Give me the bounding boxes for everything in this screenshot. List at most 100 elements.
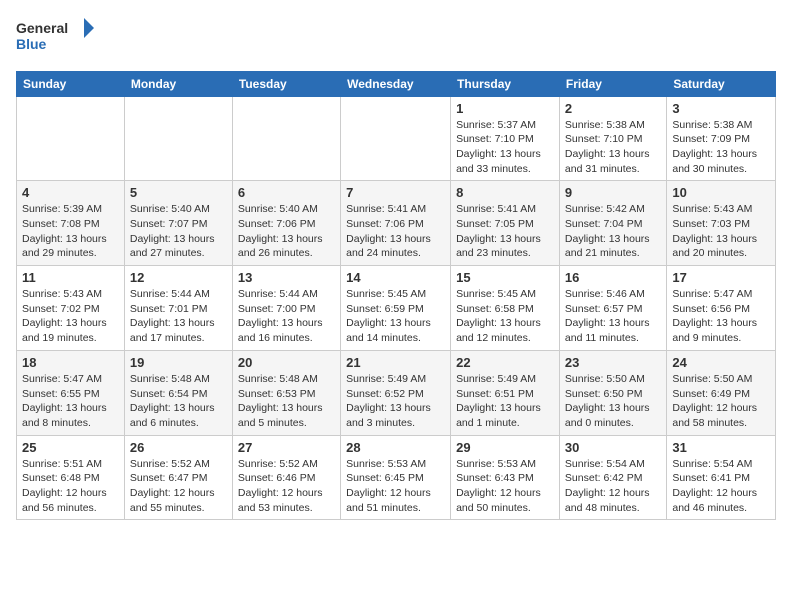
day-info: Sunrise: 5:42 AM Sunset: 7:04 PM Dayligh…: [565, 202, 661, 261]
day-number: 15: [456, 270, 554, 285]
day-info: Sunrise: 5:37 AM Sunset: 7:10 PM Dayligh…: [456, 118, 554, 177]
day-info: Sunrise: 5:50 AM Sunset: 6:49 PM Dayligh…: [672, 372, 770, 431]
column-header-friday: Friday: [559, 71, 666, 96]
day-number: 24: [672, 355, 770, 370]
day-number: 30: [565, 440, 661, 455]
calendar-cell: 28 Sunrise: 5:53 AM Sunset: 6:45 PM Dayli…: [341, 435, 451, 520]
day-info: Sunrise: 5:38 AM Sunset: 7:09 PM Dayligh…: [672, 118, 770, 177]
calendar-cell: 8 Sunrise: 5:41 AM Sunset: 7:05 PM Daylig…: [451, 181, 560, 266]
day-number: 20: [238, 355, 335, 370]
day-info: Sunrise: 5:44 AM Sunset: 7:01 PM Dayligh…: [130, 287, 227, 346]
day-info: Sunrise: 5:41 AM Sunset: 7:06 PM Dayligh…: [346, 202, 445, 261]
day-number: 10: [672, 185, 770, 200]
column-header-sunday: Sunday: [17, 71, 125, 96]
day-number: 5: [130, 185, 227, 200]
day-number: 3: [672, 101, 770, 116]
column-header-saturday: Saturday: [667, 71, 776, 96]
calendar-cell: 17 Sunrise: 5:47 AM Sunset: 6:56 PM Dayli…: [667, 266, 776, 351]
calendar-cell: 12 Sunrise: 5:44 AM Sunset: 7:01 PM Dayli…: [124, 266, 232, 351]
day-number: 19: [130, 355, 227, 370]
column-header-monday: Monday: [124, 71, 232, 96]
day-info: Sunrise: 5:53 AM Sunset: 6:45 PM Dayligh…: [346, 457, 445, 516]
day-number: 8: [456, 185, 554, 200]
day-number: 28: [346, 440, 445, 455]
day-number: 27: [238, 440, 335, 455]
logo-svg: General Blue: [16, 16, 96, 56]
calendar-cell: 14 Sunrise: 5:45 AM Sunset: 6:59 PM Dayli…: [341, 266, 451, 351]
day-info: Sunrise: 5:50 AM Sunset: 6:50 PM Dayligh…: [565, 372, 661, 431]
calendar-week-2: 4Sunrise: 5:39 AM Sunset: 7:08 PM Daylig…: [17, 181, 776, 266]
svg-text:General: General: [16, 20, 68, 36]
day-info: Sunrise: 5:54 AM Sunset: 6:42 PM Dayligh…: [565, 457, 661, 516]
calendar-cell: 4Sunrise: 5:39 AM Sunset: 7:08 PM Daylig…: [17, 181, 125, 266]
calendar-cell: 22Sunrise: 5:49 AM Sunset: 6:51 PM Dayli…: [451, 350, 560, 435]
day-number: 13: [238, 270, 335, 285]
day-info: Sunrise: 5:53 AM Sunset: 6:43 PM Dayligh…: [456, 457, 554, 516]
day-info: Sunrise: 5:48 AM Sunset: 6:54 PM Dayligh…: [130, 372, 227, 431]
day-info: Sunrise: 5:49 AM Sunset: 6:52 PM Dayligh…: [346, 372, 445, 431]
calendar-cell: 15 Sunrise: 5:45 AM Sunset: 6:58 PM Dayli…: [451, 266, 560, 351]
day-info: Sunrise: 5:43 AM Sunset: 7:02 PM Dayligh…: [22, 287, 119, 346]
day-info: Sunrise: 5:39 AM Sunset: 7:08 PM Dayligh…: [22, 202, 119, 261]
day-info: Sunrise: 5:47 AM Sunset: 6:55 PM Dayligh…: [22, 372, 119, 431]
day-number: 17: [672, 270, 770, 285]
day-info: Sunrise: 5:51 AM Sunset: 6:48 PM Dayligh…: [22, 457, 119, 516]
calendar-cell: 27Sunrise: 5:52 AM Sunset: 6:46 PM Dayli…: [232, 435, 340, 520]
calendar-cell: 6 Sunrise: 5:40 AM Sunset: 7:06 PM Daylig…: [232, 181, 340, 266]
calendar-cell: 7 Sunrise: 5:41 AM Sunset: 7:06 PM Daylig…: [341, 181, 451, 266]
column-header-thursday: Thursday: [451, 71, 560, 96]
day-info: Sunrise: 5:45 AM Sunset: 6:58 PM Dayligh…: [456, 287, 554, 346]
page-header: General Blue: [16, 16, 776, 61]
day-info: Sunrise: 5:54 AM Sunset: 6:41 PM Dayligh…: [672, 457, 770, 516]
calendar-cell: 5 Sunrise: 5:40 AM Sunset: 7:07 PM Daylig…: [124, 181, 232, 266]
calendar-cell: 13 Sunrise: 5:44 AM Sunset: 7:00 PM Dayli…: [232, 266, 340, 351]
day-info: Sunrise: 5:40 AM Sunset: 7:06 PM Dayligh…: [238, 202, 335, 261]
day-info: Sunrise: 5:43 AM Sunset: 7:03 PM Dayligh…: [672, 202, 770, 261]
day-info: Sunrise: 5:40 AM Sunset: 7:07 PM Dayligh…: [130, 202, 227, 261]
day-info: Sunrise: 5:38 AM Sunset: 7:10 PM Dayligh…: [565, 118, 661, 177]
calendar-week-3: 11Sunrise: 5:43 AM Sunset: 7:02 PM Dayli…: [17, 266, 776, 351]
day-number: 22: [456, 355, 554, 370]
calendar-header-row: SundayMondayTuesdayWednesdayThursdayFrid…: [17, 71, 776, 96]
day-info: Sunrise: 5:44 AM Sunset: 7:00 PM Dayligh…: [238, 287, 335, 346]
calendar-cell: 18 Sunrise: 5:47 AM Sunset: 6:55 PM Dayli…: [17, 350, 125, 435]
day-number: 21: [346, 355, 445, 370]
calendar-cell: 21 Sunrise: 5:49 AM Sunset: 6:52 PM Dayli…: [341, 350, 451, 435]
calendar-cell: 24 Sunrise: 5:50 AM Sunset: 6:49 PM Dayli…: [667, 350, 776, 435]
calendar-week-4: 18 Sunrise: 5:47 AM Sunset: 6:55 PM Dayli…: [17, 350, 776, 435]
logo-text: General Blue: [16, 16, 96, 61]
day-info: Sunrise: 5:45 AM Sunset: 6:59 PM Dayligh…: [346, 287, 445, 346]
calendar-cell: 9Sunrise: 5:42 AM Sunset: 7:04 PM Daylig…: [559, 181, 666, 266]
calendar-cell: 2 Sunrise: 5:38 AM Sunset: 7:10 PM Daylig…: [559, 96, 666, 181]
day-info: Sunrise: 5:52 AM Sunset: 6:47 PM Dayligh…: [130, 457, 227, 516]
day-number: 31: [672, 440, 770, 455]
day-number: 16: [565, 270, 661, 285]
day-number: 26: [130, 440, 227, 455]
day-number: 7: [346, 185, 445, 200]
calendar-week-1: 1 Sunrise: 5:37 AM Sunset: 7:10 PM Daylig…: [17, 96, 776, 181]
day-info: Sunrise: 5:48 AM Sunset: 6:53 PM Dayligh…: [238, 372, 335, 431]
day-number: 2: [565, 101, 661, 116]
calendar-cell: 30 Sunrise: 5:54 AM Sunset: 6:42 PM Dayli…: [559, 435, 666, 520]
day-number: 18: [22, 355, 119, 370]
calendar-cell: 29 Sunrise: 5:53 AM Sunset: 6:43 PM Dayli…: [451, 435, 560, 520]
column-header-tuesday: Tuesday: [232, 71, 340, 96]
calendar-cell: 26 Sunrise: 5:52 AM Sunset: 6:47 PM Dayli…: [124, 435, 232, 520]
day-number: 25: [22, 440, 119, 455]
day-number: 14: [346, 270, 445, 285]
day-number: 1: [456, 101, 554, 116]
calendar-cell: 25 Sunrise: 5:51 AM Sunset: 6:48 PM Dayli…: [17, 435, 125, 520]
calendar-cell: [232, 96, 340, 181]
day-number: 29: [456, 440, 554, 455]
calendar-cell: 11Sunrise: 5:43 AM Sunset: 7:02 PM Dayli…: [17, 266, 125, 351]
day-info: Sunrise: 5:41 AM Sunset: 7:05 PM Dayligh…: [456, 202, 554, 261]
day-info: Sunrise: 5:47 AM Sunset: 6:56 PM Dayligh…: [672, 287, 770, 346]
calendar-cell: [341, 96, 451, 181]
day-number: 12: [130, 270, 227, 285]
calendar-cell: 23 Sunrise: 5:50 AM Sunset: 6:50 PM Dayli…: [559, 350, 666, 435]
day-number: 6: [238, 185, 335, 200]
calendar-cell: [17, 96, 125, 181]
svg-text:Blue: Blue: [16, 36, 47, 52]
day-number: 23: [565, 355, 661, 370]
calendar-cell: 19 Sunrise: 5:48 AM Sunset: 6:54 PM Dayli…: [124, 350, 232, 435]
